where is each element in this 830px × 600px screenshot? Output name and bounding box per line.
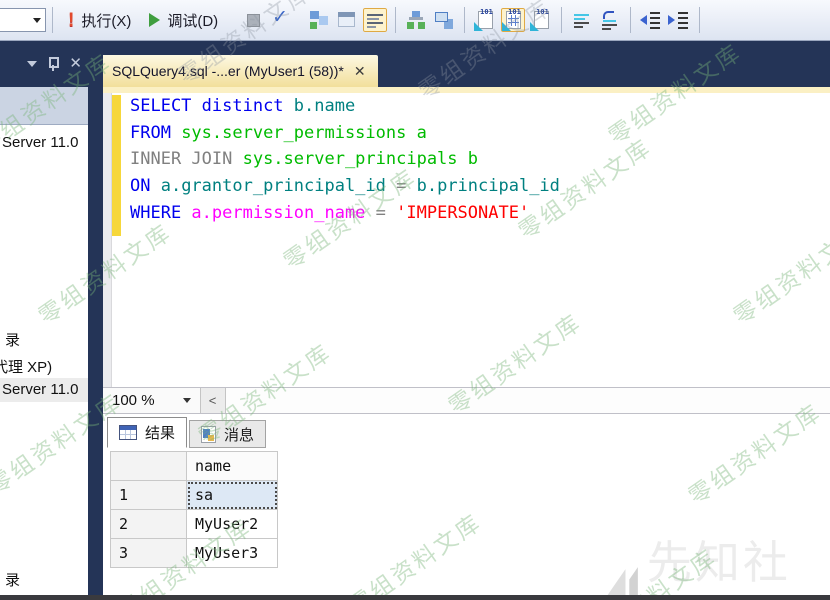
execute-exclamation-icon: ! xyxy=(68,11,74,30)
code-token: FROM xyxy=(130,123,181,143)
scroll-left-button[interactable]: < xyxy=(201,388,226,413)
code-token: sys.server_principals b xyxy=(243,149,478,169)
comment-lines-icon[interactable] xyxy=(570,8,594,32)
code-line: INNER JOIN sys.server_principals b xyxy=(130,149,560,176)
results-tab-strip: 结果 消息 xyxy=(107,417,268,448)
code-token: distinct xyxy=(202,96,294,116)
chevron-down-icon[interactable] xyxy=(33,18,41,23)
close-icon[interactable]: ✕ xyxy=(69,56,82,71)
code-token: a.grantor_principal_id xyxy=(161,176,386,196)
close-icon[interactable]: ✕ xyxy=(354,64,366,78)
grid-row-header[interactable]: 2 xyxy=(111,510,187,539)
statusbar-edge xyxy=(0,595,830,600)
query-options-icon[interactable] xyxy=(335,8,359,32)
tab-results[interactable]: 结果 xyxy=(107,417,187,448)
toolbar-separator xyxy=(395,7,396,33)
execute-button[interactable]: ! 执行(X) xyxy=(59,10,140,31)
code-token: b.principal_id xyxy=(417,176,560,196)
table-row: 3MyUser3 xyxy=(111,539,278,568)
decrease-indent-icon[interactable] xyxy=(639,8,663,32)
actual-plan-icon[interactable] xyxy=(404,8,428,32)
results-grid-icon xyxy=(119,425,137,440)
messages-icon xyxy=(201,426,216,443)
debug-button[interactable]: 调试(D) xyxy=(140,10,227,31)
code-line: FROM sys.server_permissions a xyxy=(130,123,560,150)
horizontal-scrollbar[interactable] xyxy=(226,388,830,413)
object-explorer-tree[interactable]: Server 11.0录代理 XP)Server 11.0录 xyxy=(0,125,88,600)
results-to-file-icon[interactable] xyxy=(529,8,553,32)
code-line: SELECT distinct b.name xyxy=(130,96,560,123)
sql-code: SELECT distinct b.nameFROM sys.server_pe… xyxy=(130,96,560,229)
toolbar-separator xyxy=(561,7,562,33)
code-token: = xyxy=(386,176,417,196)
zoom-combo[interactable]: 100 % xyxy=(103,388,200,413)
table-row: 2MyUser2 xyxy=(111,510,278,539)
debug-label: 调试(D) xyxy=(167,10,218,31)
code-token: WHERE xyxy=(130,203,191,223)
execute-label: 执行(X) xyxy=(81,10,131,31)
toolbar-separator xyxy=(52,7,53,33)
tree-item[interactable]: 录 xyxy=(5,329,20,350)
code-token: sys.server_permissions a xyxy=(181,123,427,143)
grid-corner-cell[interactable] xyxy=(111,452,187,481)
grid-cell[interactable]: MyUser3 xyxy=(187,539,278,568)
estimated-plan-icon[interactable] xyxy=(307,8,331,32)
parse-check-icon[interactable] xyxy=(269,8,293,32)
grid-row-header[interactable]: 1 xyxy=(111,481,187,510)
grid-cell[interactable]: sa xyxy=(187,481,278,510)
results-pane: 结果 消息 name1sa2MyUser23MyUser3 xyxy=(103,414,830,595)
code-line: ON a.grantor_principal_id = b.principal_… xyxy=(130,176,560,203)
code-token: 'IMPERSONATE' xyxy=(396,203,529,223)
tree-item[interactable]: Server 11.0 xyxy=(2,381,78,398)
debug-play-icon xyxy=(149,13,160,27)
document-tab[interactable]: SQLQuery4.sql -...er (MyUser1 (58))* ✕ xyxy=(100,55,378,87)
table-row: 1sa xyxy=(111,481,278,510)
stop-icon xyxy=(241,8,265,32)
code-token: b.name xyxy=(294,96,355,116)
code-token: = xyxy=(365,203,396,223)
object-explorer-toolbar xyxy=(0,87,88,125)
change-tracking-bar xyxy=(112,95,121,236)
indicator-margin xyxy=(103,93,112,387)
tree-item[interactable]: Server 11.0 xyxy=(2,134,78,151)
tree-item[interactable]: 代理 XP) xyxy=(0,356,52,377)
ssms-window: ! 执行(X) 调试(D) SQLQuery4.sql -...er (MyUs… xyxy=(0,0,830,600)
toolbar-separator xyxy=(464,7,465,33)
sql-editor-toolbar: ! 执行(X) 调试(D) xyxy=(0,0,830,41)
code-token: a.permission_name xyxy=(191,203,365,223)
results-tab-label: 结果 xyxy=(145,422,175,443)
zoom-value: 100 % xyxy=(112,392,155,409)
sql-editor[interactable]: SELECT distinct b.nameFROM sys.server_pe… xyxy=(103,93,830,387)
sqlcmd-mode-icon[interactable] xyxy=(363,8,387,32)
pin-icon[interactable] xyxy=(48,56,58,72)
messages-tab-label: 消息 xyxy=(224,424,254,445)
code-token: ON xyxy=(130,176,161,196)
results-to-grid-icon[interactable] xyxy=(501,8,525,32)
grid-column-header[interactable]: name xyxy=(187,452,278,481)
code-token: SELECT xyxy=(130,96,202,116)
panel-splitter[interactable] xyxy=(88,40,103,596)
client-statistics-icon[interactable] xyxy=(432,8,456,32)
code-line: WHERE a.permission_name = 'IMPERSONATE' xyxy=(130,203,560,230)
increase-indent-icon[interactable] xyxy=(667,8,691,32)
available-databases-combo[interactable] xyxy=(0,8,46,32)
document-tab-title: SQLQuery4.sql -...er (MyUser1 (58))* xyxy=(112,63,344,79)
results-to-text-icon[interactable] xyxy=(473,8,497,32)
tree-item[interactable]: 录 xyxy=(5,569,20,590)
uncomment-lines-icon[interactable] xyxy=(598,8,622,32)
grid-row-header[interactable]: 3 xyxy=(111,539,187,568)
tab-messages[interactable]: 消息 xyxy=(189,420,266,448)
results-grid[interactable]: name1sa2MyUser23MyUser3 xyxy=(110,451,278,568)
grid-cell[interactable]: MyUser2 xyxy=(187,510,278,539)
chevron-down-icon[interactable] xyxy=(27,61,37,67)
toolbar-separator xyxy=(699,7,700,33)
toolbar-separator xyxy=(630,7,631,33)
object-explorer-titlebar: ✕ xyxy=(0,40,88,87)
toolbar-icon-group xyxy=(227,7,706,33)
active-tab-strip xyxy=(103,87,830,93)
object-explorer-panel: ✕ Server 11.0录代理 XP)Server 11.0录 xyxy=(0,40,88,600)
code-token: INNER JOIN xyxy=(130,149,243,169)
editor-bottom-bar: 100 % < xyxy=(103,387,830,414)
chevron-down-icon xyxy=(183,398,191,403)
